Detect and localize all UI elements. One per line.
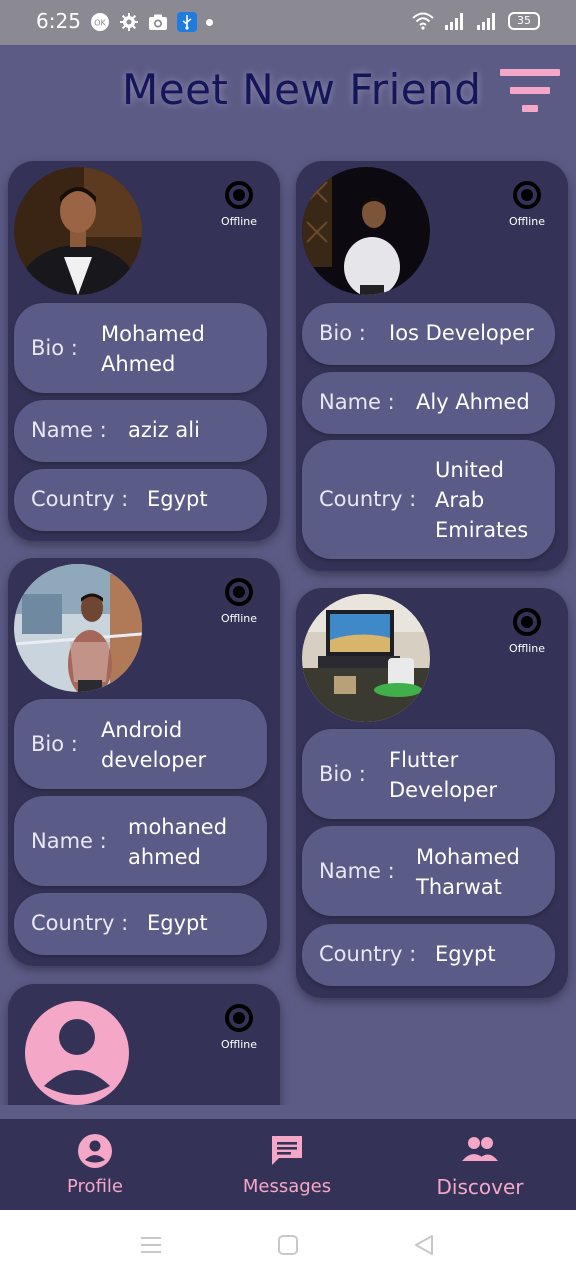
bio-label: Bio : bbox=[319, 762, 366, 786]
message-icon bbox=[272, 1136, 302, 1165]
profile-photo bbox=[14, 564, 142, 692]
country-value: United Arab Emirates bbox=[435, 458, 529, 542]
bio-field: Bio : Mohamed Ahmed bbox=[14, 303, 267, 393]
status-indicator: Offline bbox=[209, 181, 269, 228]
profile-photo bbox=[302, 594, 430, 722]
name-value: Mohamed Tharwat bbox=[416, 845, 520, 899]
friend-card[interactable]: Offline Bio : Mohamed Ahmed Name : aziz … bbox=[8, 161, 280, 541]
status-indicator: Offline bbox=[497, 181, 557, 228]
nav-messages[interactable]: Messages bbox=[222, 1119, 352, 1210]
bio-value: Ios Developer bbox=[389, 321, 534, 345]
status-dot-icon bbox=[513, 608, 541, 636]
app-bar: Meet New Friend bbox=[0, 45, 576, 137]
nav-profile[interactable]: Profile bbox=[30, 1119, 160, 1210]
profile-photo bbox=[302, 167, 430, 295]
bio-label: Bio : bbox=[31, 732, 78, 756]
status-dot-icon bbox=[513, 181, 541, 209]
friends-grid: Offline Bio : Mohamed Ahmed Name : aziz … bbox=[0, 137, 576, 1105]
name-label: Name : bbox=[319, 859, 395, 883]
name-label: Name : bbox=[31, 418, 107, 442]
bio-value: Android developer bbox=[101, 718, 207, 772]
country-label: Country : bbox=[319, 942, 417, 966]
country-label: Country : bbox=[31, 487, 129, 511]
status-dot-icon bbox=[225, 1004, 253, 1032]
notification-dot-icon bbox=[206, 18, 213, 26]
status-indicator: Offline bbox=[497, 608, 557, 655]
nav-discover[interactable]: Discover bbox=[415, 1119, 545, 1210]
name-value: mohaned ahmed bbox=[128, 815, 228, 869]
account-circle-icon bbox=[78, 1134, 112, 1168]
clock: 6:25 bbox=[36, 9, 81, 33]
status-label: Offline bbox=[220, 1038, 258, 1051]
name-label: Name : bbox=[319, 390, 395, 414]
menu-icon[interactable] bbox=[139, 1233, 163, 1257]
usb-icon bbox=[177, 12, 197, 32]
nav-messages-label: Messages bbox=[242, 1176, 332, 1197]
bio-value: Mohamed Ahmed bbox=[101, 322, 205, 376]
bio-label: Bio : bbox=[319, 321, 366, 345]
bio-field: Bio : Android developer bbox=[14, 699, 267, 789]
status-label: Offline bbox=[508, 642, 546, 655]
battery-icon: 35 bbox=[508, 12, 540, 30]
name-value: aziz ali bbox=[128, 418, 200, 442]
camera-icon bbox=[149, 14, 167, 30]
status-bar: 6:25 OK 35 bbox=[0, 0, 576, 45]
signal-icon bbox=[445, 13, 463, 30]
filter-icon[interactable] bbox=[498, 69, 562, 115]
name-field: Name : Aly Ahmed bbox=[302, 372, 555, 434]
bio-label: Bio : bbox=[31, 336, 78, 360]
bio-value: Flutter Developer bbox=[389, 748, 498, 802]
status-indicator: Offline bbox=[209, 1004, 269, 1051]
nav-discover-label: Discover bbox=[436, 1175, 524, 1199]
name-label: Name : bbox=[31, 829, 107, 853]
country-value: Egypt bbox=[435, 942, 496, 966]
country-value: Egypt bbox=[147, 487, 208, 511]
country-field: Country : Egypt bbox=[302, 924, 555, 986]
wifi-icon bbox=[412, 12, 434, 30]
country-field: Country : Egypt bbox=[14, 469, 267, 531]
ok-icon: OK bbox=[91, 13, 109, 31]
friend-card[interactable]: Offline Bio : Ios Developer Name : Aly A… bbox=[296, 161, 568, 571]
system-navigation-bar bbox=[0, 1210, 576, 1280]
bio-field: Bio : Ios Developer bbox=[302, 303, 555, 365]
status-label: Offline bbox=[220, 215, 258, 228]
home-icon[interactable] bbox=[276, 1233, 300, 1257]
name-field: Name : aziz ali bbox=[14, 400, 267, 462]
friend-card[interactable]: Offline Bio : Flutter Developer Name : M… bbox=[296, 588, 568, 998]
status-dot-icon bbox=[225, 578, 253, 606]
name-value: Aly Ahmed bbox=[416, 390, 530, 414]
friend-card[interactable]: Offline Bio : Android developer Name : m… bbox=[8, 558, 280, 966]
settings-icon bbox=[120, 13, 138, 31]
nav-profile-label: Profile bbox=[67, 1176, 123, 1197]
friend-card[interactable]: Offline bbox=[8, 984, 280, 1105]
back-icon[interactable] bbox=[412, 1233, 436, 1257]
status-dot-icon bbox=[225, 181, 253, 209]
status-label: Offline bbox=[508, 215, 546, 228]
country-value: Egypt bbox=[147, 911, 208, 935]
country-field: Country : United Arab Emirates bbox=[302, 440, 555, 559]
status-label: Offline bbox=[220, 612, 258, 625]
bottom-navigation: Profile Messages Discover bbox=[0, 1119, 576, 1210]
country-field: Country : Egypt bbox=[14, 893, 267, 955]
name-field: Name : Mohamed Tharwat bbox=[302, 826, 555, 916]
svg-text:OK: OK bbox=[94, 19, 106, 28]
status-indicator: Offline bbox=[209, 578, 269, 625]
country-label: Country : bbox=[319, 487, 417, 511]
page-title: Meet New Friend bbox=[122, 65, 482, 114]
profile-photo bbox=[14, 167, 142, 295]
name-field: Name : mohaned ahmed bbox=[14, 796, 267, 886]
signal-icon-2 bbox=[477, 13, 495, 30]
default-avatar-icon bbox=[24, 1000, 130, 1105]
people-icon bbox=[462, 1137, 498, 1161]
country-label: Country : bbox=[31, 911, 129, 935]
bio-field: Bio : Flutter Developer bbox=[302, 729, 555, 819]
